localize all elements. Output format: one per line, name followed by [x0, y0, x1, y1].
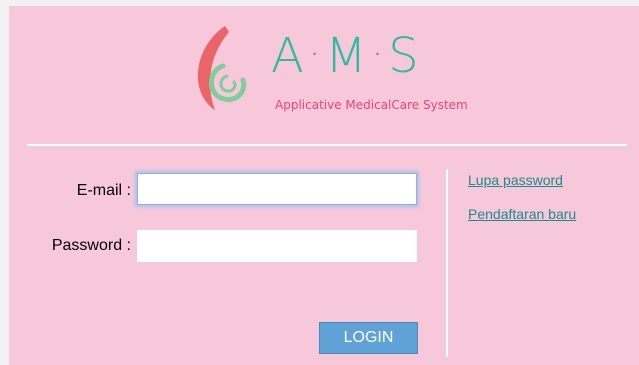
email-field[interactable]	[137, 173, 417, 205]
logo-mark-icon	[197, 26, 247, 110]
logo-letter-a: A	[271, 28, 305, 84]
forgot-password-link[interactable]: Lupa password	[468, 172, 563, 188]
logo-letter-m: M	[325, 28, 368, 84]
email-label: E-mail :	[76, 182, 131, 199]
logo-subtitle: Applicative MedicalCare System	[275, 98, 468, 112]
ams-logo: A ·M ·S Applicative MedicalCare System	[185, 18, 505, 118]
logo-wordmark: A ·M ·S	[271, 28, 420, 89]
register-link[interactable]: Pendaftaran baru	[468, 206, 576, 222]
login-button[interactable]: LOGIN	[319, 322, 418, 354]
password-field[interactable]	[137, 230, 417, 262]
logo-separator: ·	[308, 34, 322, 75]
vertical-divider	[446, 169, 448, 357]
logo-separator: ·	[371, 34, 385, 75]
header-divider	[27, 144, 627, 146]
login-panel: A ·M ·S Applicative MedicalCare System E-m…	[9, 6, 639, 365]
logo-letter-s: S	[388, 28, 420, 84]
password-label: Password :	[51, 237, 131, 254]
